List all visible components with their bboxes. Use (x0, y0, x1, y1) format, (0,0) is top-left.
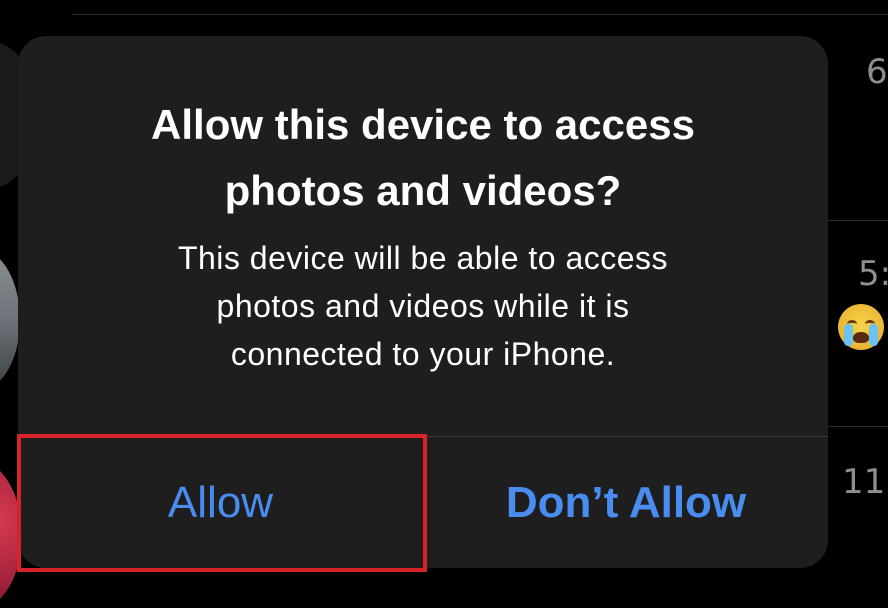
dont-allow-button[interactable]: Don’t Allow (424, 437, 828, 568)
message-time: 11: (842, 462, 888, 502)
dialog-title: Allow this device to access photos and v… (58, 92, 788, 224)
list-divider (72, 14, 888, 15)
message-time: 6 (866, 52, 888, 92)
screen: 6 5: 11: Allow this device to access pho… (0, 0, 888, 608)
dialog-message: This device will be able to access photo… (78, 234, 768, 378)
access-permission-dialog: Allow this device to access photos and v… (18, 36, 828, 568)
message-time: 5: (858, 254, 888, 294)
avatar[interactable] (0, 250, 20, 390)
dialog-title-line: photos and videos? (224, 167, 622, 214)
dialog-title-line: Allow this device to access (151, 101, 695, 148)
crying-face-icon (838, 304, 884, 350)
list-divider (828, 426, 888, 427)
list-divider (828, 220, 888, 221)
allow-button[interactable]: Allow (18, 437, 423, 568)
dialog-message-line: This device will be able to access (177, 240, 669, 276)
dialog-message-line: photos and videos while it is (216, 288, 630, 324)
dialog-message-line: connected to your iPhone. (230, 336, 616, 372)
